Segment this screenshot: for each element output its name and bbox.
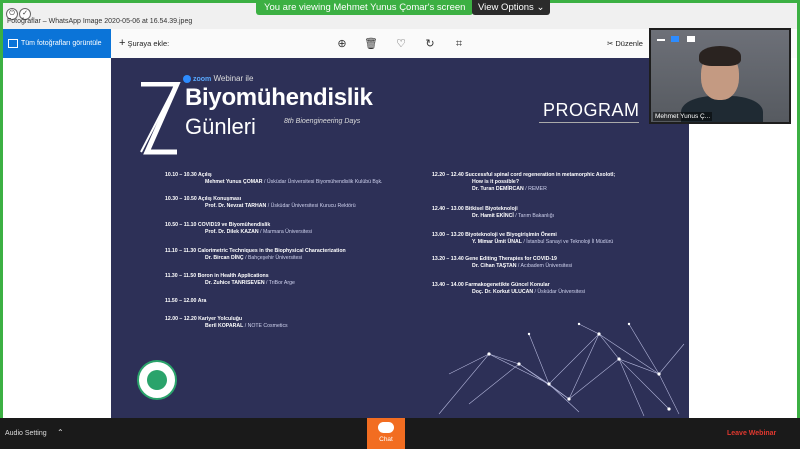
entry-speaker: Beril KOPARAL [205,323,244,329]
chevron-down-icon: ⌄ [536,2,545,13]
crop-icon[interactable]: ⌗ [452,37,466,51]
entry-title-line2: How is it possible? [472,179,519,185]
entry-title: 10.50 – 11.10 COVID19 ve Biyomühendislik [165,222,271,228]
entry-title: 11.10 – 11.30 Calorimetric Techniques in… [165,248,346,254]
participant-video[interactable]: Mehmet Yunus Ç... [649,28,791,124]
poster-subtitle: 8th Bioengineering Days [284,118,361,125]
entry-affiliation: / Üsküdar Üniversitesi Kurucu Rektörü [266,203,356,209]
program-entry: 11.30 – 11.50 Boron in Health Applicatio… [165,273,295,287]
photo-icon [8,39,18,48]
entry-title: 10.30 – 10.50 Açılış Konuşması [165,196,242,202]
entry-affiliation: / Marmara Üniversitesi [258,229,312,235]
entry-title: 10.10 – 10.30 Açılış [165,172,212,178]
entry-speaker: Dr. Turan DEMİRCAN [472,186,524,192]
zoom-in-icon[interactable]: ⊕ [335,37,349,51]
program-entry: 13.40 – 14.00 Farmakogenetikte Güncel Ko… [432,282,585,296]
entry-speaker: Prof. Dr. Dilek KAZAN [205,229,259,235]
window-title: Fotoğraflar – WhatsApp Image 2020-05-06 … [7,18,193,25]
program-entry: 12.00 – 12.20 Kariyer Yolculuğu Beril KOP… [165,316,288,330]
entry-title: 13.20 – 13.40 Gene Editing Therapies for… [432,256,557,262]
entry-speaker: Doç. Dr. Korkut ULUCAN [472,289,534,295]
program-entry: 10.10 – 10.30 Açılış Mehmet Yunus ÇOMAR /… [165,172,383,186]
entry-affiliation: / Acıbadem Üniversitesi [516,263,573,269]
entry-speaker: Mehmet Yunus ÇOMAR [205,179,263,185]
program-entry: 12.20 – 12.40 Successful spinal cord reg… [432,172,615,193]
zoom-webinar-tag: zoom Webinar ile [183,74,253,83]
delete-icon[interactable]: 🗑 [364,37,378,51]
entry-affiliation: / Üsküdar Üniversitesi Biyomühendislik K… [262,179,383,185]
program-entry: 11.10 – 11.30 Calorimetric Techniques in… [165,248,346,262]
program-entry: 12.40 – 13.00 Bitkisel Biyoteknoloji Dr. … [432,206,554,220]
entry-speaker: Prof. Dr. Nevzat TARHAN [205,203,267,209]
entry-affiliation: / Tarım Bakanlığı [513,213,555,219]
edit-icon: ✂ [607,39,614,48]
viewing-banner: You are viewing Mehmet Yunus Çomar's scr… [256,0,474,15]
event-logo-icon [140,82,181,155]
rotate-icon[interactable]: ↻ [423,37,437,51]
entry-affiliation: / TriBor Arge [264,280,295,286]
chat-label: Chat [379,436,393,443]
participant-name: Mehmet Yunus Ç... [653,112,713,121]
chat-icon [378,422,394,433]
program-poster: zoom Webinar ile Biyomühendislik Günleri… [111,58,689,418]
video-layout-icon[interactable] [671,36,679,42]
photo-left-margin [3,58,111,418]
entry-title: 13.40 – 14.00 Farmakogenetikte Güncel Ko… [432,282,550,288]
entry-speaker: Dr. Cihan TAŞTAN [472,263,517,269]
network-graphic [438,322,685,417]
entry-speaker: Dr. Zuhice TANRISEVEN [205,280,265,286]
chevron-up-icon[interactable]: ⌃ [57,428,64,437]
leave-webinar-button[interactable]: Leave Webinar [727,430,776,437]
entry-affiliation: / İstanbul Sanayi ve Teknoloji İl Müdürü [521,239,614,245]
all-photos-button[interactable]: Tüm fotoğrafları görüntüle [3,29,111,58]
entry-speaker: Dr. Hamit EKİNCİ [472,213,514,219]
chat-button[interactable]: Chat [367,418,405,449]
webinar-label: Webinar ile [213,74,254,83]
entry-affiliation: / Üsküdar Üniversitesi [533,289,585,295]
program-entry: 10.50 – 11.10 COVID19 ve Biyomühendislik… [165,222,312,236]
add-to-label: Şuraya ekle: [127,39,170,48]
program-entry: 11.50 – 12.00 Ara [165,298,206,305]
university-seal-icon [137,360,177,400]
entry-speaker: Y. Mimar Ümit ÜNAL [472,239,522,245]
program-heading: PROGRAM [543,100,640,120]
expand-icon[interactable] [687,36,695,42]
program-underline [539,122,639,123]
entry-title: 11.50 – 12.00 Ara [165,298,207,304]
all-photos-label: Tüm fotoğrafları görüntüle [21,40,102,47]
favorite-icon[interactable]: ♡ [394,37,408,51]
entry-title: 12.20 – 12.40 Successful spinal cord reg… [432,172,616,178]
entry-title: 11.30 – 11.50 Boron in Health Applicatio… [165,273,269,279]
edit-label: Düzenle [615,39,643,48]
entry-affiliation: / NOTE Cosmetics [243,323,288,329]
view-options-label: View Options [478,2,534,13]
zoom-word: zoom [193,76,212,83]
add-to-button[interactable]: + Şuraya ekle: [119,29,169,58]
entry-speaker: Dr. Bircan DİNÇ [205,255,244,261]
poster-title: Biyomühendislik [185,84,373,111]
minimize-icon[interactable] [657,39,665,41]
view-options-button[interactable]: View Options ⌄ [472,0,551,15]
edit-button[interactable]: ✂ Düzenle [607,29,643,58]
poster-title-second: Günleri [185,114,256,139]
plus-icon: + [119,37,126,49]
webinar-bottom-bar: Audio Setting ⌃ Chat Leave Webinar [0,418,800,449]
zoom-logo-icon [183,74,191,83]
entry-title: 12.40 – 13.00 Bitkisel Biyoteknoloji [432,206,518,212]
entry-affiliation: / REMER [523,186,547,192]
program-entry: 13.00 – 13.20 Biyoteknoloji ve Biyogiriş… [432,232,613,246]
program-entry: 13.20 – 13.40 Gene Editing Therapies for… [432,256,572,270]
entry-affiliation: / Bahçeşehir Üniversitesi [243,255,303,261]
entry-title: 13.00 – 13.20 Biyoteknoloji ve Biyogiriş… [432,232,557,238]
entry-title: 12.00 – 12.20 Kariyer Yolculuğu [165,316,243,322]
audio-setting-button[interactable]: Audio Setting [5,430,47,437]
program-entry: 10.30 – 10.50 Açılış Konuşması Prof. Dr. … [165,196,356,210]
